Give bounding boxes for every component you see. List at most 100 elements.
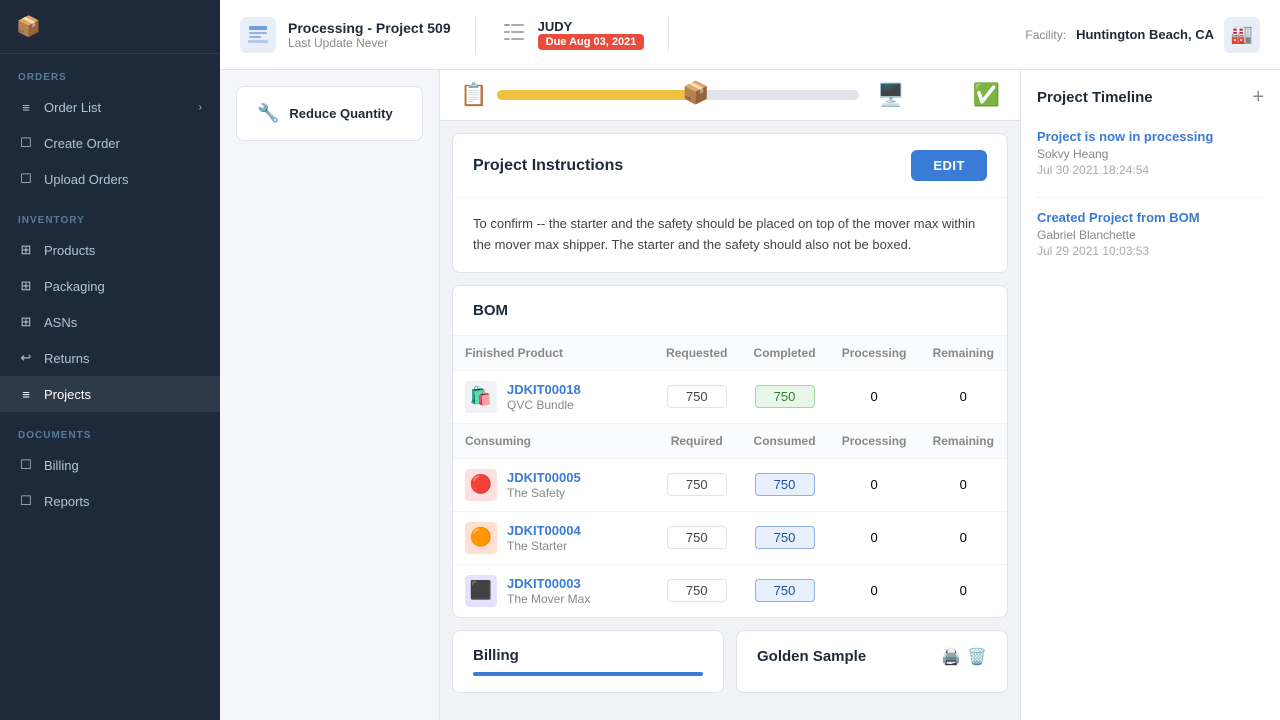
product-thumbnail: 🛍️	[465, 381, 497, 413]
project-title: Processing - Project 509	[288, 20, 451, 36]
completed-cell: 750	[740, 370, 828, 423]
project-info: Processing - Project 509 Last Update Nev…	[288, 20, 451, 50]
qty-consumed-3: 750	[755, 579, 815, 602]
timeline-date-1: Jul 30 2021 18:24:54	[1037, 163, 1264, 177]
step-1-icon: 📋	[460, 82, 487, 108]
reduce-quantity-card[interactable]: 🔧 Reduce Quantity	[236, 86, 423, 141]
processing-cell: 0	[829, 370, 920, 423]
add-timeline-button[interactable]: +	[1252, 86, 1264, 109]
billing-icon: ☐	[18, 457, 34, 473]
sidebar-item-projects[interactable]: ≡ Projects	[0, 376, 220, 412]
sidebar-item-returns[interactable]: ↩ Returns	[0, 340, 220, 376]
right-panel: Project Timeline + Project is now in pro…	[1020, 70, 1280, 720]
sidebar-item-order-list[interactable]: ≡ Order List ›	[0, 89, 220, 125]
required-col: Required	[653, 423, 740, 458]
orders-section-label: ORDERS	[0, 54, 220, 89]
instructions-section: Project Instructions EDIT To confirm -- …	[452, 133, 1008, 273]
bom-table: Finished Product Requested Completed Pro…	[453, 336, 1007, 617]
topbar-project: Processing - Project 509 Last Update Nev…	[240, 17, 476, 53]
packaging-icon: ⊞	[18, 278, 34, 294]
golden-actions: 🖨️ 🗑️	[941, 647, 987, 667]
edit-button[interactable]: EDIT	[911, 150, 987, 181]
sidebar-item-products[interactable]: ⊞ Products	[0, 232, 220, 268]
sidebar-item-upload-orders[interactable]: ☐ Upload Orders	[0, 161, 220, 197]
consuming-link-1[interactable]: JDKIT00005	[507, 470, 581, 485]
product-name: QVC Bundle	[507, 398, 574, 412]
qty-required-3: 750	[667, 579, 727, 602]
consuming-link-2[interactable]: JDKIT00004	[507, 523, 581, 538]
projects-icon: ≡	[18, 386, 34, 402]
timeline-event-2: Created Project from BOM	[1037, 210, 1264, 225]
requested-col: Requested	[653, 336, 740, 371]
inventory-section-label: INVENTORY	[0, 197, 220, 232]
sidebar-item-packaging[interactable]: ⊞ Packaging	[0, 268, 220, 304]
content-area: 🔧 Reduce Quantity 📋 📦 🖥️ ✅ Project In	[220, 70, 1280, 720]
consuming-remaining-1: 0	[920, 458, 1008, 511]
consuming-name-1: The Safety	[507, 486, 565, 500]
sidebar-item-create-order[interactable]: ☐ Create Order	[0, 125, 220, 161]
table-row: ⬛ JDKIT00003 The Mover Max 750 750 0	[453, 564, 1007, 617]
consuming-header-row: Consuming Required Consumed Processing R…	[453, 423, 1007, 458]
facility-label: Facility:	[1025, 28, 1066, 42]
delete-icon[interactable]: 🗑️	[967, 647, 987, 667]
consuming-col: Consuming	[453, 423, 653, 458]
topbar-assignee: JUDY Due Aug 03, 2021	[538, 19, 645, 50]
table-row: 🟠 JDKIT00004 The Starter 750 750 0	[453, 511, 1007, 564]
consuming-processing-2: 0	[829, 511, 920, 564]
processing-col: Processing	[829, 336, 920, 371]
consuming-thumbnail-1: 🔴	[465, 469, 497, 501]
step-3-icon: 🖥️	[877, 82, 904, 108]
consuming-product-cell-2: 🟠 JDKIT00004 The Starter	[453, 511, 653, 564]
consuming-link-3[interactable]: JDKIT00003	[507, 576, 590, 591]
asns-icon: ⊞	[18, 314, 34, 330]
billing-title: Billing	[473, 647, 703, 664]
consuming-required-1: 750	[653, 458, 740, 511]
consuming-consumed-2: 750	[740, 511, 828, 564]
step-4-icon: ✅	[973, 82, 1000, 108]
qty-completed: 750	[755, 385, 815, 408]
progress-area: 📋 📦 🖥️ ✅	[440, 70, 1020, 121]
main-area: Processing - Project 509 Last Update Nev…	[220, 0, 1280, 720]
consuming-remaining-3: 0	[920, 564, 1008, 617]
sidebar-item-billing[interactable]: ☐ Billing	[0, 447, 220, 483]
qty-required-1: 750	[667, 473, 727, 496]
print-icon[interactable]: 🖨️	[941, 647, 961, 667]
topbar-middle: JUDY Due Aug 03, 2021	[500, 18, 670, 51]
remaining-cell: 0	[920, 370, 1008, 423]
warehouse-icon: 🏭	[1224, 17, 1260, 53]
bom-title: BOM	[453, 286, 1007, 336]
section-header: Project Instructions EDIT	[453, 134, 1007, 197]
timeline-item-2: Created Project from BOM Gabriel Blanche…	[1037, 210, 1264, 258]
table-row: 🛍️ JDKIT00018 QVC Bundle 750 750 0	[453, 370, 1007, 423]
qty-consumed-1: 750	[755, 473, 815, 496]
consuming-consumed-3: 750	[740, 564, 828, 617]
checklist-icon	[500, 18, 528, 51]
billing-card: Billing	[452, 630, 724, 693]
timeline-title: Project Timeline	[1037, 89, 1153, 106]
completed-col: Completed	[740, 336, 828, 371]
create-order-icon: ☐	[18, 135, 34, 151]
consuming-product-cell-3: ⬛ JDKIT00003 The Mover Max	[453, 564, 653, 617]
center-panel: 📋 📦 🖥️ ✅ Project Instructions EDIT To co…	[440, 70, 1020, 720]
product-link[interactable]: JDKIT00018	[507, 382, 581, 397]
consuming-processing-3: 0	[829, 564, 920, 617]
golden-header: Golden Sample 🖨️ 🗑️	[757, 647, 987, 667]
documents-section-label: DOCUMENTS	[0, 412, 220, 447]
golden-title: Golden Sample	[757, 648, 866, 665]
step-2-icon: 📦	[682, 80, 709, 106]
sidebar-item-asns[interactable]: ⊞ ASNs	[0, 304, 220, 340]
topbar: Processing - Project 509 Last Update Nev…	[220, 0, 1280, 70]
reduce-qty-icon: 🔧	[257, 103, 279, 124]
sidebar-item-reports[interactable]: ☐ Reports	[0, 483, 220, 519]
facility-name: Huntington Beach, CA	[1076, 27, 1214, 42]
returns-icon: ↩	[18, 350, 34, 366]
consuming-required-2: 750	[653, 511, 740, 564]
project-icon	[240, 17, 276, 53]
timeline-item-1: Project is now in processing Sokvy Heang…	[1037, 129, 1264, 177]
consuming-processing-col: Processing	[829, 423, 920, 458]
last-update: Last Update Never	[288, 36, 451, 50]
bottom-row: Billing Golden Sample 🖨️ 🗑️	[452, 630, 1008, 693]
consuming-product-cell-1: 🔴 JDKIT00005 The Safety	[453, 458, 653, 511]
progress-fill	[497, 90, 696, 100]
timeline-header: Project Timeline +	[1037, 86, 1264, 109]
